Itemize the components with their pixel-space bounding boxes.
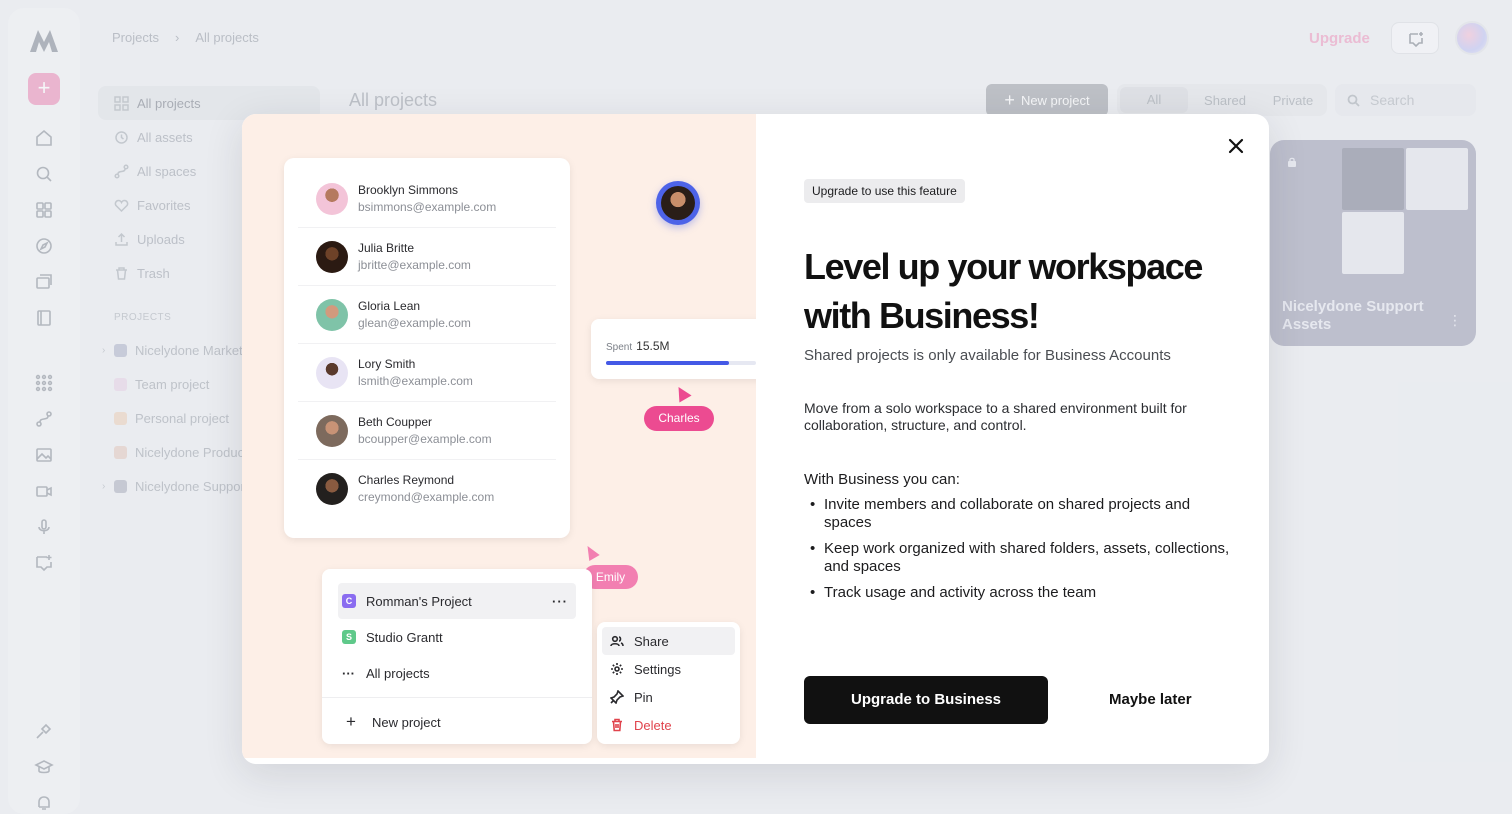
menu-item-label: Pin [634, 689, 653, 705]
maybe-later-button[interactable]: Maybe later [1109, 676, 1192, 724]
avatar [661, 186, 695, 220]
project-option: C Romman's Project ··· [338, 583, 576, 619]
menu-item-label: Delete [634, 717, 672, 733]
members-card: Brooklyn Simmons bsimmons@example.com Jul… [284, 158, 570, 538]
member-row: Julia Britte jbritte@example.com [298, 228, 556, 286]
cursor-pointer-icon [672, 383, 692, 403]
member-email: creymond@example.com [358, 490, 495, 504]
benefits-list: Invite members and collaborate on shared… [810, 496, 1230, 610]
project-option: ··· All projects [338, 655, 576, 691]
plus-icon: + [346, 712, 356, 731]
modal-headline: Level up your workspace with Business! [804, 246, 1203, 336]
member-row: Lory Smith lsmith@example.com [298, 344, 556, 402]
menu-item-share: Share [602, 627, 735, 655]
modal-description: Move from a solo workspace to a shared e… [804, 400, 1187, 433]
spent-progress-fill [606, 361, 729, 365]
member-name: Beth Coupper [358, 414, 433, 429]
trash-icon [612, 718, 622, 732]
member-email: jbritte@example.com [358, 257, 471, 272]
project-option-label: Studio Grantt [366, 629, 443, 645]
gear-icon [611, 663, 623, 675]
menu-item-pin: Pin [602, 683, 735, 711]
member-row: Beth Coupper bcoupper@example.com [298, 402, 556, 460]
project-option: + New project [338, 704, 576, 740]
spent-label: Spent [606, 342, 633, 353]
benefits-heading: With Business you can: [804, 471, 960, 488]
modal-subtitle: Shared projects is only available for Bu… [804, 347, 1171, 364]
divider [322, 697, 592, 698]
project-option-label: All projects [366, 665, 430, 681]
member-email: glean@example.com [358, 315, 471, 330]
menu-item-settings: Settings [602, 655, 735, 683]
pin-icon [610, 690, 624, 704]
avatar [316, 240, 348, 273]
member-row: Brooklyn Simmons bsimmons@example.com [298, 170, 556, 228]
menu-item-label: Share [634, 633, 669, 649]
project-option-label: New project [372, 714, 441, 730]
menu-item-delete: Delete [602, 711, 735, 739]
member-email: bsimmons@example.com [358, 199, 497, 214]
project-switcher-card: C Romman's Project ··· S Studio Grantt ·… [322, 569, 592, 744]
member-name: Lory Smith [358, 356, 416, 371]
member-name: Brooklyn Simmons [358, 182, 459, 197]
menu-item-label: Settings [634, 661, 681, 677]
project-badge: S [342, 630, 356, 644]
project-option: S Studio Grantt [338, 619, 576, 655]
context-menu-card: Share Settings Pin Delete [597, 622, 740, 744]
floating-avatar [656, 181, 700, 225]
member-name: Charles Reymond [358, 473, 455, 487]
avatar [316, 356, 348, 389]
spent-card: Spent 15.5M [591, 319, 756, 379]
benefit-item: Track usage and activity across the team [810, 584, 1230, 602]
cursor-pointer-icon [582, 542, 600, 562]
upgrade-modal: Brooklyn Simmons bsimmons@example.com Jul… [242, 114, 1269, 764]
benefit-item: Invite members and collaborate on shared… [810, 496, 1230, 532]
benefit-item: Keep work organized with shared folders,… [810, 540, 1230, 576]
member-row: Gloria Lean glean@example.com [298, 286, 556, 344]
feature-badge: Upgrade to use this feature [804, 179, 965, 203]
member-row: Charles Reymond creymond@example.com [298, 460, 556, 518]
avatar [316, 473, 348, 505]
avatar [316, 182, 348, 215]
upgrade-to-business-button[interactable]: Upgrade to Business [804, 676, 1048, 724]
project-badge: C [342, 594, 356, 608]
member-email: lsmith@example.com [358, 373, 473, 388]
avatar [316, 414, 348, 447]
spent-value: 15.5M [636, 339, 670, 353]
more-horizontal-icon: ··· [552, 593, 568, 609]
member-name: Gloria Lean [358, 298, 421, 313]
avatar [316, 298, 348, 331]
feature-illustration: Brooklyn Simmons bsimmons@example.com Jul… [242, 114, 756, 758]
cursor-tag-charles: Charles [644, 406, 714, 431]
share-users-icon [610, 635, 624, 647]
modal-content: Upgrade to use this feature Level up you… [804, 114, 1234, 758]
member-name: Julia Britte [358, 240, 415, 255]
spent-progress-bar [606, 361, 756, 365]
member-email: bcoupper@example.com [358, 431, 492, 446]
more-horizontal-icon: ··· [342, 665, 355, 681]
project-option-label: Romman's Project [366, 593, 472, 609]
